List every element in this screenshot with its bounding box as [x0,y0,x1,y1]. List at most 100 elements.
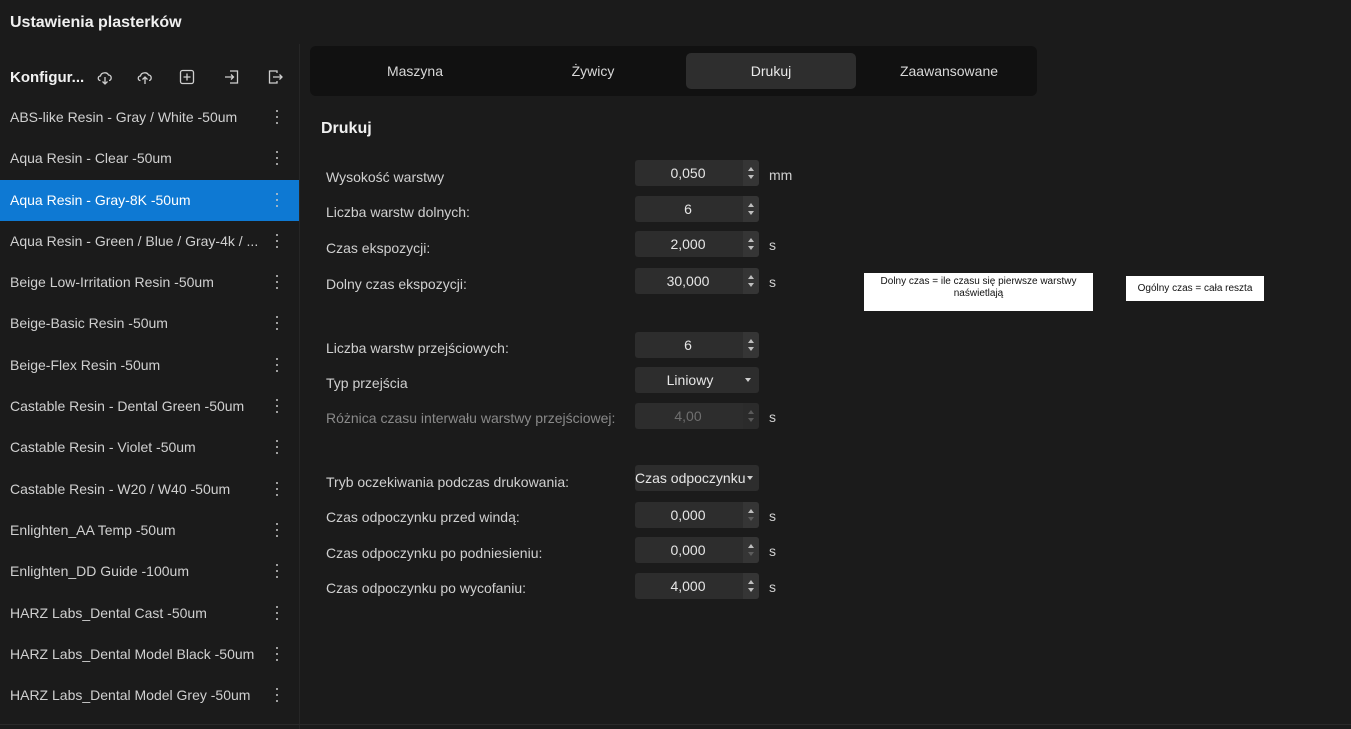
list-item-label: Aqua Resin - Clear -50um [10,150,172,167]
stepper-arrows[interactable] [743,537,759,563]
transition-interval-stepper[interactable]: 4,00 [635,403,759,429]
rest-after-retract-label: Czas odpoczynku po wycofaniu: [326,580,526,596]
list-item[interactable]: ABS-like Resin - Gray / White -50um [0,97,299,138]
list-item[interactable]: Enlighten_AA Temp -50um [0,510,299,551]
list-item[interactable]: HARZ Labs_Dental Cast -50um [0,593,299,634]
transition-type-select[interactable]: Liniowy [635,367,759,393]
section-title: Drukuj [321,120,372,137]
transition-interval-label: Różnica czasu interwału warstwy przejści… [326,410,616,426]
rest-before-lift-stepper[interactable]: 0,000 [635,502,759,528]
list-item-label: HARZ Labs_Dental Cast -50um [10,604,207,621]
list-item-label: Aqua Resin - Green / Blue / Gray-4k / ..… [10,232,259,249]
tab-maszyna[interactable]: Maszyna [330,53,500,89]
wait-mode-select[interactable]: Czas odpoczynku [635,465,759,491]
annotation-note: Dolny czas = ile czasu się pierwsze wars… [864,273,1093,311]
config-title: Konfigur... [10,69,85,86]
more-options-icon[interactable] [271,353,283,377]
list-item[interactable]: Beige-Flex Resin -50um [0,345,299,386]
chevron-down-icon [745,378,751,382]
layer-height-stepper[interactable]: 0,050 [635,160,759,186]
transition-interval-value[interactable]: 4,00 [635,403,741,429]
rest-before-lift-value[interactable]: 0,000 [635,502,741,528]
rest-after-retract-stepper[interactable]: 4,000 [635,573,759,599]
more-options-icon[interactable] [271,518,283,542]
unit-label: mm [769,167,793,183]
stepper-arrows[interactable] [743,160,759,186]
more-options-icon[interactable] [271,394,283,418]
list-item-label: Castable Resin - Dental Green -50um [10,398,245,415]
more-options-icon[interactable] [271,683,283,707]
stepper-arrows[interactable] [743,403,759,429]
list-item-label: ABS-like Resin - Gray / White -50um [10,109,238,125]
stepper-arrows[interactable] [743,573,759,599]
cloud-download-icon[interactable] [96,68,114,86]
list-item[interactable]: Castable Resin - Dental Green -50um [0,386,299,427]
rest-after-retract-value[interactable]: 4,000 [635,573,741,599]
tab-drukuj[interactable]: Drukuj [686,53,856,89]
stepper-arrows[interactable] [743,502,759,528]
wait-mode-label: Tryb oczekiwania podczas drukowania: [326,474,570,490]
transition-layers-stepper[interactable]: 6 [635,332,759,358]
list-item-label: Aqua Resin - Gray-8K -50um [10,191,191,208]
list-item[interactable]: Aqua Resin - Gray-8K -50um [0,179,299,221]
transition-type-label: Typ przejścia [326,375,408,391]
list-item-label: Beige-Basic Resin -50um [10,315,168,332]
tab-zaawansowane[interactable]: Zaawansowane [864,53,1034,89]
list-item[interactable]: Aqua Resin - Green / Blue / Gray-4k / ..… [0,221,299,262]
bottom-layers-value[interactable]: 6 [635,196,741,222]
list-item[interactable]: HARZ Labs_Dental Model Black -50um [0,634,299,675]
more-options-icon[interactable] [271,601,283,625]
more-options-icon[interactable] [271,477,283,501]
more-options-icon[interactable] [271,559,283,583]
list-item[interactable]: HARZ Labs_Dental Model Grey -50um [0,675,299,716]
window-title: Ustawienia plasterków [10,14,182,31]
list-item[interactable]: Castable Resin - W20 / W40 -50um [0,469,299,510]
bottom-exposure-stepper[interactable]: 30,000 [635,268,759,294]
list-item-label: HARZ Labs_Dental Model Black -50um [10,645,255,662]
more-options-icon[interactable] [271,105,283,129]
layer-height-value[interactable]: 0,050 [635,160,741,186]
import-icon[interactable] [223,68,241,86]
transition-layers-value[interactable]: 6 [635,332,741,358]
unit-label: s [769,543,776,559]
unit-label: s [769,237,776,253]
rest-after-lift-label: Czas odpoczynku po podniesieniu: [326,545,543,561]
layer-height-label: Wysokość warstwy [326,169,445,185]
more-options-icon[interactable] [271,146,283,170]
exposure-time-value[interactable]: 2,000 [635,231,741,257]
more-options-icon[interactable] [271,642,283,666]
stepper-arrows[interactable] [743,231,759,257]
unit-label: s [769,409,776,425]
list-item-label: Enlighten_AA Temp -50um [10,521,176,538]
more-options-icon[interactable] [271,270,283,294]
profile-list: ABS-like Resin - Gray / White -50um Aqua … [0,97,299,716]
list-item[interactable]: Castable Resin - Violet -50um [0,427,299,468]
stepper-arrows[interactable] [743,196,759,222]
rest-after-lift-stepper[interactable]: 0,000 [635,537,759,563]
rest-after-lift-value[interactable]: 0,000 [635,537,741,563]
list-item-label: Enlighten_DD Guide -100um [10,563,189,580]
more-options-icon[interactable] [271,311,283,335]
more-options-icon[interactable] [271,188,283,212]
list-item[interactable]: Enlighten_DD Guide -100um [0,551,299,592]
list-item[interactable]: Beige Low-Irritation Resin -50um [0,262,299,303]
tab-zywicy[interactable]: Żywicy [508,53,678,89]
stepper-arrows[interactable] [743,268,759,294]
bottom-layers-stepper[interactable]: 6 [635,196,759,222]
exposure-time-stepper[interactable]: 2,000 [635,231,759,257]
bottom-exposure-value[interactable]: 30,000 [635,268,741,294]
exposure-time-label: Czas ekspozycji: [326,240,431,256]
unit-label: s [769,274,776,290]
settings-tabs: Maszyna Żywicy Drukuj Zaawansowane [310,46,1037,96]
more-options-icon[interactable] [271,229,283,253]
bottom-exposure-label: Dolny czas ekspozycji: [326,276,467,292]
add-box-icon[interactable] [178,68,196,86]
list-item[interactable]: Beige-Basic Resin -50um [0,303,299,344]
stepper-arrows[interactable] [743,332,759,358]
transition-layers-label: Liczba warstw przejściowych: [326,340,509,356]
export-icon[interactable] [266,68,284,86]
list-item[interactable]: Aqua Resin - Clear -50um [0,138,299,179]
bottom-border [0,724,1351,725]
cloud-upload-icon[interactable] [136,68,154,86]
more-options-icon[interactable] [271,435,283,459]
